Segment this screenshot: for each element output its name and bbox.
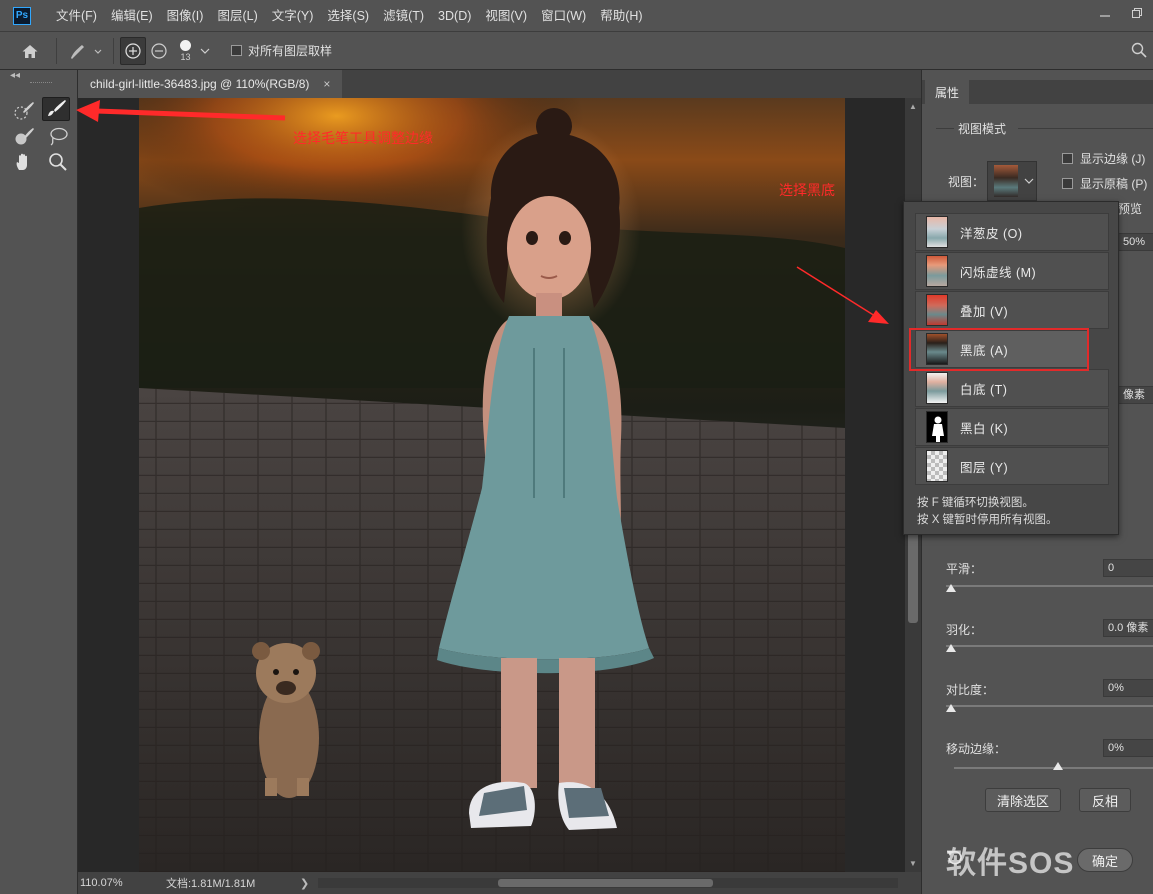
horizontal-scrollbar-thumb[interactable] <box>498 879 713 887</box>
feather-slider-track[interactable] <box>946 645 1153 647</box>
view-option-onion-skin[interactable]: 洋葱皮 (O) <box>915 213 1109 251</box>
view-thumbnail <box>926 411 948 443</box>
view-option-label: 白底 (T) <box>960 382 1008 397</box>
smooth-slider-thumb[interactable] <box>946 584 956 592</box>
view-option-black-white[interactable]: 黑白 (K) <box>915 408 1109 446</box>
horizontal-scrollbar[interactable] <box>318 878 898 888</box>
view-option-label: 洋葱皮 (O) <box>960 226 1023 241</box>
view-mode-dropdown[interactable] <box>987 161 1037 201</box>
vertical-scrollbar-thumb[interactable] <box>908 528 918 623</box>
smooth-slider-track[interactable] <box>946 585 1153 587</box>
panel-tab-bar: 属性 <box>922 80 1153 104</box>
feather-field[interactable]: 0.0 像素 <box>1103 619 1153 637</box>
view-thumbnail <box>926 294 948 326</box>
view-option-label: 图层 (Y) <box>960 460 1009 475</box>
ok-button[interactable]: 确定 <box>1077 848 1133 872</box>
preview-label: 预览 <box>1118 202 1143 216</box>
view-option-marching-ants[interactable]: 闪烁虚线 (M) <box>915 252 1109 290</box>
show-edge-label: 显示边缘 (J) <box>1080 152 1146 166</box>
scroll-down-icon[interactable]: ▼ <box>909 859 917 868</box>
radius-field[interactable]: 像素 <box>1118 386 1153 404</box>
divider <box>936 128 954 129</box>
view-mode-thumbnail <box>994 165 1018 197</box>
contrast-slider-thumb[interactable] <box>946 704 956 712</box>
view-option-on-layers[interactable]: 图层 (Y) <box>915 447 1109 485</box>
show-original-checkbox[interactable] <box>1062 178 1073 189</box>
contrast-label: 对比度： <box>946 683 995 697</box>
view-thumbnail <box>926 216 948 248</box>
watermark-text: 软件SOS <box>946 847 1075 880</box>
view-option-on-white[interactable]: 白底 (T) <box>915 369 1109 407</box>
invert-button[interactable]: 反相 <box>1079 788 1131 812</box>
contrast-field[interactable]: 0% <box>1103 679 1153 697</box>
view-mode-title: 视图模式 <box>958 122 1007 136</box>
divider <box>1018 128 1153 129</box>
view-option-label: 黑白 (K) <box>960 421 1009 436</box>
chevron-down-icon <box>1024 178 1034 184</box>
silhouette-icon <box>932 416 944 442</box>
arrow-to-black-option <box>796 266 889 324</box>
contrast-slider-track[interactable] <box>946 705 1153 707</box>
status-bar: 110.07% 文档:1.81M/1.81M ❯ <box>78 872 921 894</box>
arrow-to-brush-tool <box>76 100 286 122</box>
smooth-field[interactable]: 0 <box>1103 559 1153 577</box>
status-menu-arrow-icon[interactable]: ❯ <box>300 877 309 890</box>
opacity-field[interactable]: 50% <box>1118 233 1153 251</box>
zoom-level[interactable]: 110.07% <box>80 877 166 889</box>
document-size-info: 文档:1.81M/1.81M <box>166 878 256 890</box>
clear-selection-button[interactable]: 清除选区 <box>985 788 1061 812</box>
scroll-up-icon[interactable]: ▲ <box>909 102 917 111</box>
show-original-label: 显示原稿 (P) <box>1080 177 1148 191</box>
view-label: 视图： <box>948 175 985 189</box>
shift-edge-field[interactable]: 0% <box>1103 739 1153 757</box>
smooth-label: 平滑： <box>946 562 983 576</box>
view-option-overlay[interactable]: 叠加 (V) <box>915 291 1109 329</box>
annotation-highlight-box <box>909 328 1089 371</box>
feather-label: 羽化： <box>946 623 983 637</box>
view-thumbnail <box>926 255 948 287</box>
view-option-label: 叠加 (V) <box>960 304 1009 319</box>
show-edge-option[interactable]: 显示边缘 (J) <box>1062 150 1145 167</box>
shift-edge-label: 移动边缘： <box>946 742 1007 756</box>
view-thumbnail <box>926 450 948 482</box>
view-option-label: 闪烁虚线 (M) <box>960 265 1037 280</box>
shift-edge-slider-thumb[interactable] <box>1053 762 1063 770</box>
popup-hint-cycle: 按 F 键循环切换视图。 <box>917 497 1034 509</box>
tab-properties[interactable]: 属性 <box>925 80 970 104</box>
show-edge-checkbox[interactable] <box>1062 153 1073 164</box>
view-thumbnail <box>926 372 948 404</box>
show-original-option[interactable]: 显示原稿 (P) <box>1062 175 1147 192</box>
feather-slider-thumb[interactable] <box>946 644 956 652</box>
popup-hint-disable: 按 X 键暂时停用所有视图。 <box>917 514 1058 526</box>
